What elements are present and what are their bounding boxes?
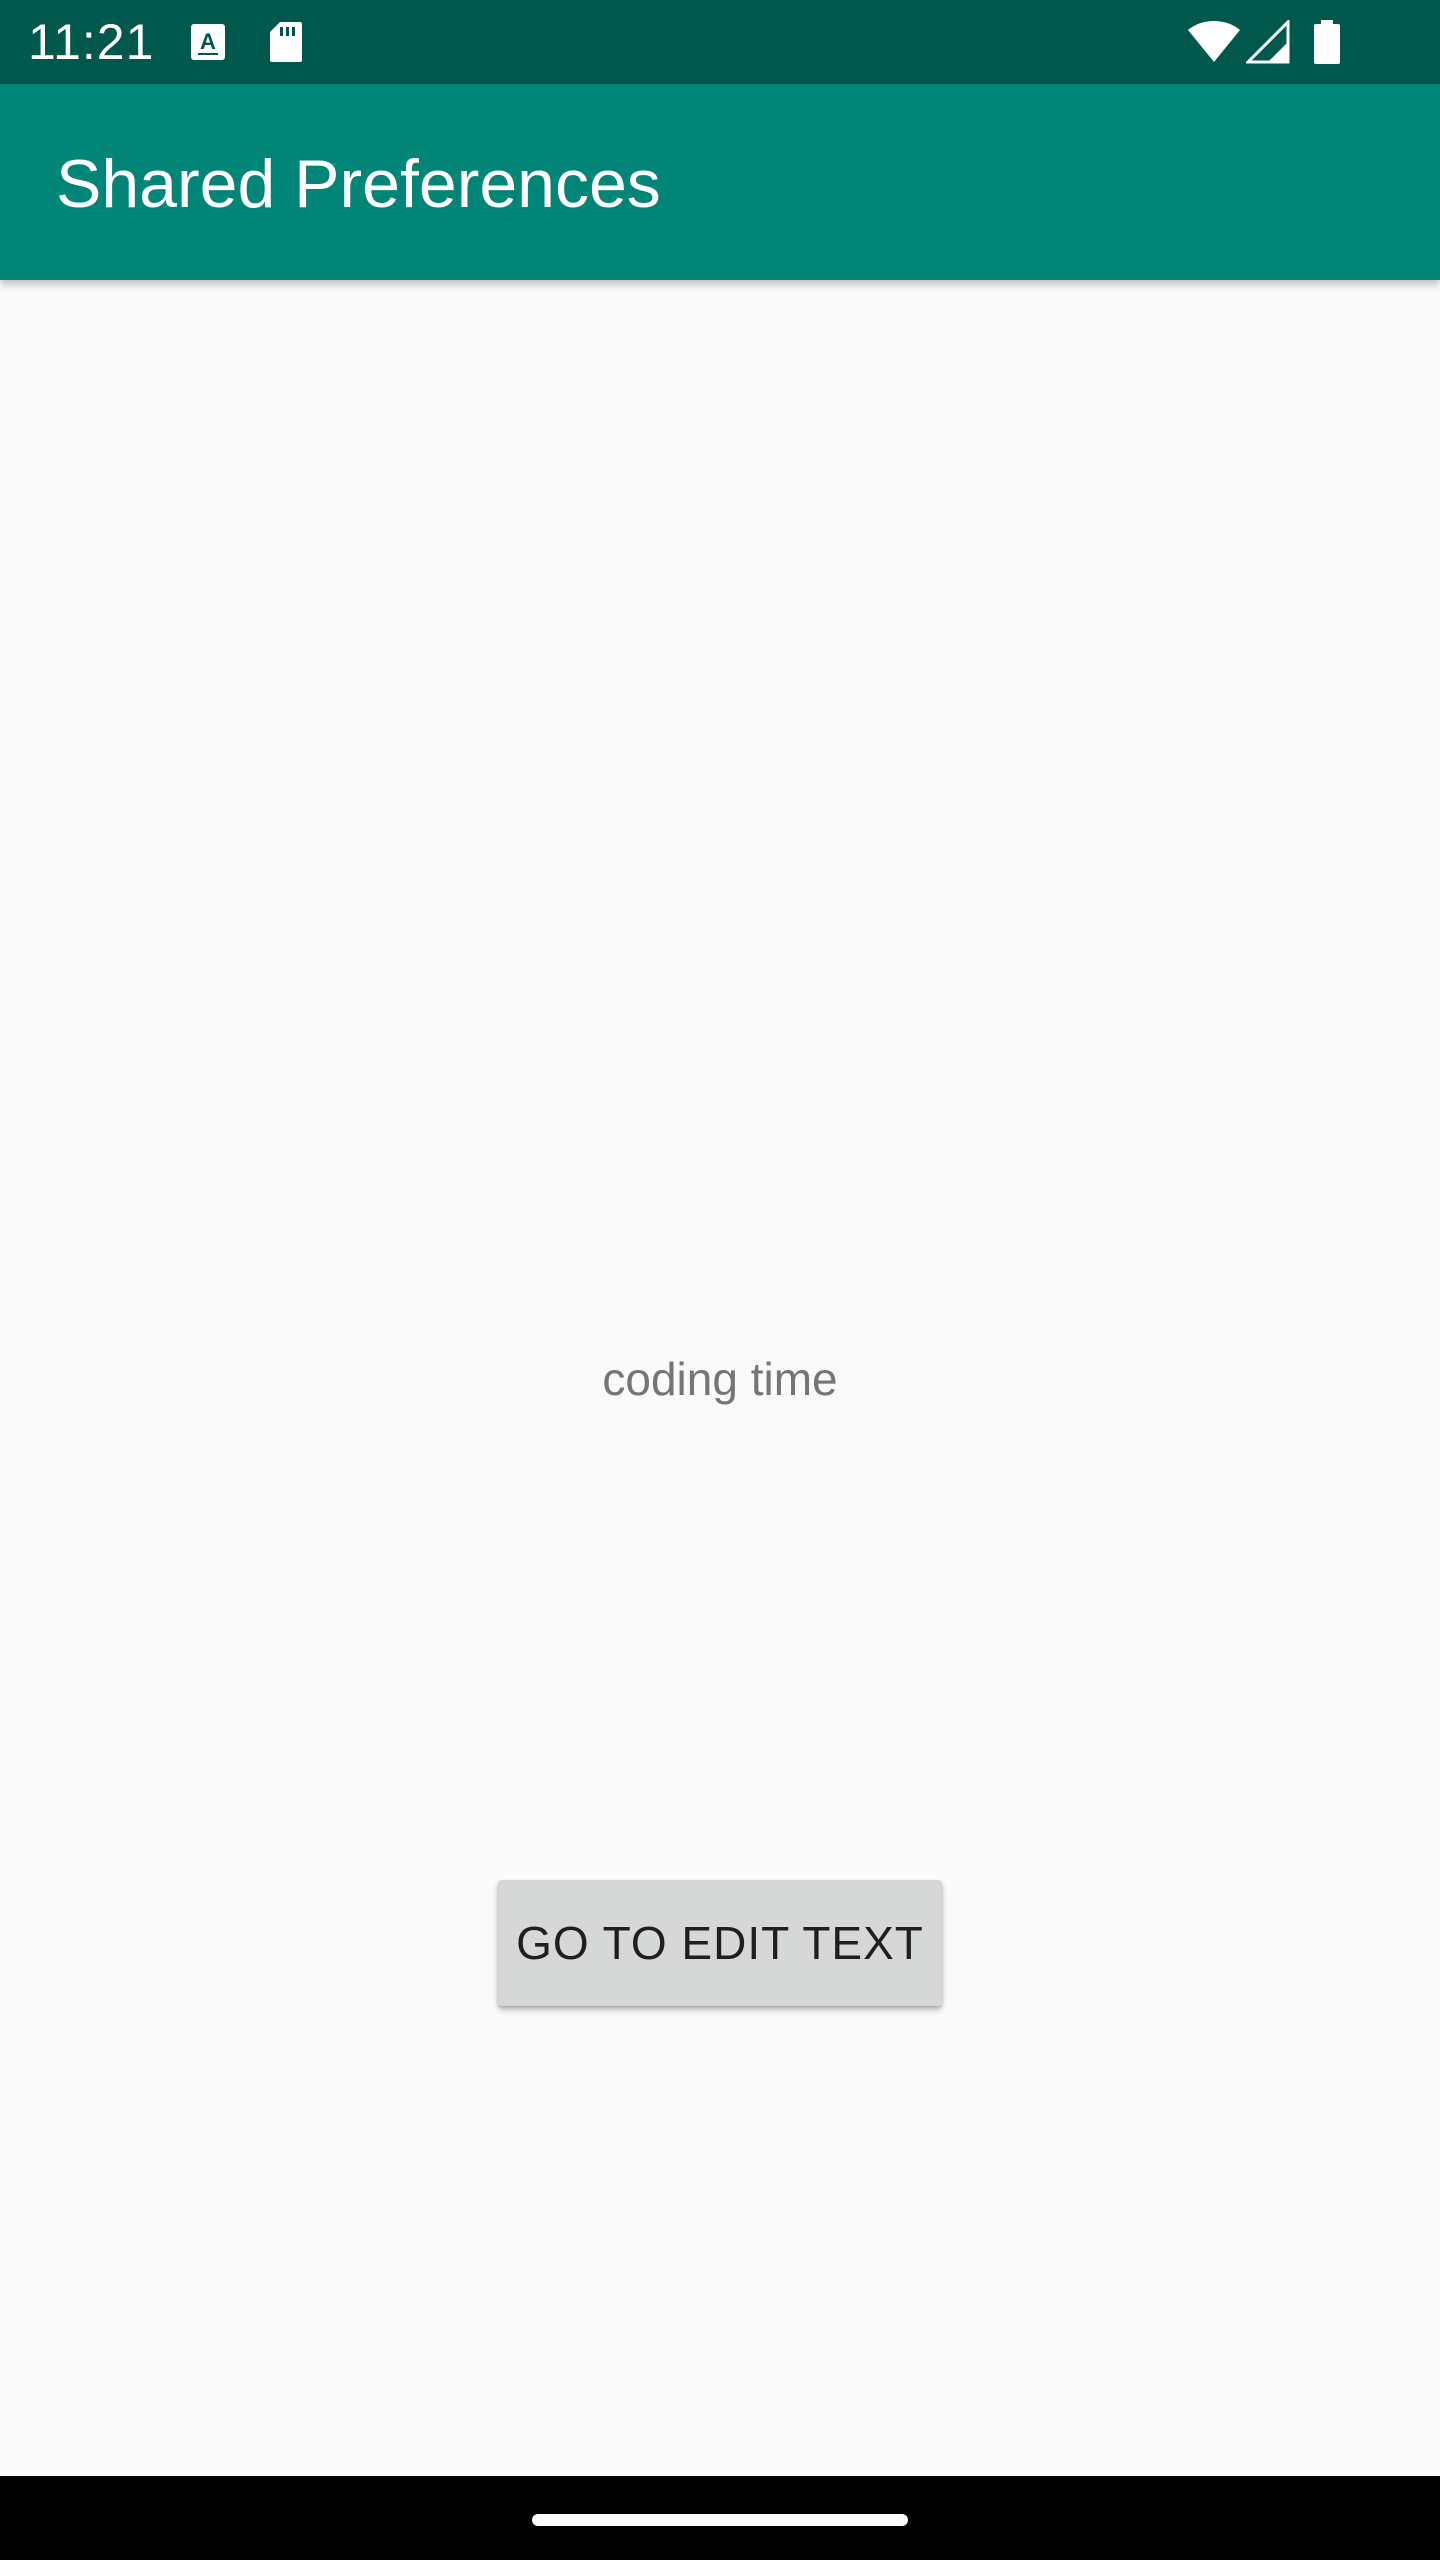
home-gesture-handle[interactable]	[532, 2514, 908, 2526]
app-title: Shared Preferences	[56, 146, 661, 222]
status-bar: 11:21 A	[0, 0, 1440, 84]
cellular-signal-icon	[1246, 20, 1290, 64]
go-to-edit-text-button[interactable]: GO TO EDIT TEXT	[498, 1880, 942, 2006]
sd-card-icon	[270, 22, 302, 62]
app-bar: Shared Preferences	[0, 84, 1440, 280]
navigation-bar	[0, 2476, 1440, 2560]
wifi-icon	[1188, 21, 1240, 62]
screen: 11:21 A Shared Preferences coding time G…	[0, 0, 1440, 2560]
battery-icon	[1314, 20, 1340, 64]
preference-text: coding time	[602, 1353, 838, 1405]
status-time: 11:21	[28, 14, 155, 70]
font-download-icon: A	[191, 24, 225, 60]
svg-text:A: A	[200, 29, 216, 54]
